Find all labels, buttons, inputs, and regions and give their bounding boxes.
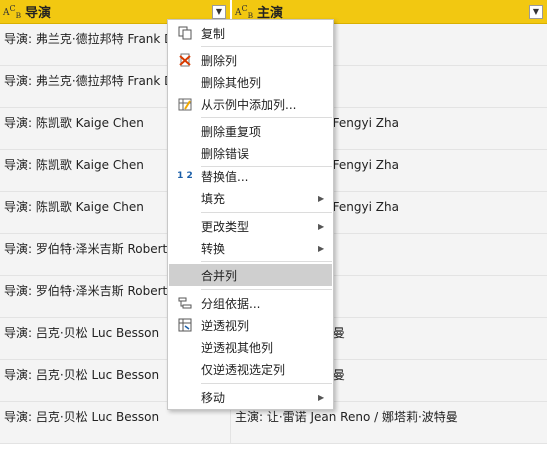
menu-separator (201, 212, 332, 213)
context-menu: 复制 删除列 删除其他列 从示例中添加列... 删除重复项 删除错误 1 2 替… (167, 19, 334, 410)
menu-item-label: 逆透视其他列 (201, 340, 274, 355)
menu-item-unpivot-columns[interactable]: 逆透视列 (169, 314, 332, 336)
menu-item-unpivot-other-columns[interactable]: 逆透视其他列 (169, 336, 332, 358)
menu-separator (201, 261, 332, 262)
group-by-icon (169, 292, 201, 314)
chevron-down-icon[interactable]: ▼ (212, 4, 226, 19)
add-column-from-examples-icon (169, 93, 201, 115)
menu-item-label: 更改类型 (201, 219, 250, 234)
menu-item-label: 移动 (201, 390, 226, 405)
menu-item-label: 仅逆透视选定列 (201, 362, 286, 377)
menu-item-remove-duplicates[interactable]: 删除重复项 (169, 120, 332, 142)
menu-item-label: 分组依据... (201, 296, 261, 311)
menu-item-replace-values[interactable]: 1 2 替换值... (169, 165, 332, 187)
replace-values-icon: 1 2 (177, 171, 193, 181)
text-type-icon[interactable]: ACB (3, 4, 25, 20)
menu-item-remove-other-columns[interactable]: 删除其他列 (169, 71, 332, 93)
menu-item-merge-columns[interactable]: 合并列 (169, 264, 332, 286)
menu-item-label: 从示例中添加列... (201, 97, 297, 112)
menu-item-fill[interactable]: 填充 ▶ (169, 187, 332, 209)
chevron-right-icon: ▶ (318, 243, 325, 253)
menu-item-group-by[interactable]: 分组依据... (169, 292, 332, 314)
unpivot-icon (169, 314, 201, 336)
menu-item-change-type[interactable]: 更改类型 ▶ (169, 215, 332, 237)
menu-item-unpivot-only-selected[interactable]: 仅逆透视选定列 (169, 358, 332, 380)
menu-item-transform[interactable]: 转换 ▶ (169, 237, 332, 259)
chevron-down-icon[interactable]: ▼ (529, 4, 543, 19)
menu-item-label: 复制 (201, 26, 226, 41)
chevron-right-icon: ▶ (318, 392, 325, 402)
menu-item-add-column-from-examples[interactable]: 从示例中添加列... (169, 93, 332, 115)
menu-item-label: 删除列 (201, 53, 238, 68)
chevron-right-icon: ▶ (318, 221, 325, 231)
menu-item-remove-column[interactable]: 删除列 (169, 49, 332, 71)
menu-item-label: 删除错误 (201, 146, 250, 161)
text-type-icon[interactable]: ACB (235, 4, 257, 20)
menu-item-label: 填充 (201, 191, 226, 206)
menu-item-label: 删除其他列 (201, 75, 262, 90)
remove-column-icon (169, 49, 201, 71)
menu-item-label: 转换 (201, 241, 226, 256)
menu-item-move[interactable]: 移动 ▶ (169, 386, 332, 408)
menu-separator (201, 46, 332, 47)
copy-icon (169, 22, 201, 44)
menu-separator (201, 289, 332, 290)
menu-item-label: 替换值... (201, 169, 249, 184)
menu-item-remove-errors[interactable]: 删除错误 (169, 142, 332, 164)
menu-separator (201, 383, 332, 384)
chevron-right-icon: ▶ (318, 193, 325, 203)
menu-separator (201, 117, 332, 118)
menu-item-label: 删除重复项 (201, 124, 262, 139)
menu-item-label: 合并列 (201, 268, 238, 283)
menu-item-copy[interactable]: 复制 (169, 22, 332, 44)
menu-item-label: 逆透视列 (201, 318, 250, 333)
